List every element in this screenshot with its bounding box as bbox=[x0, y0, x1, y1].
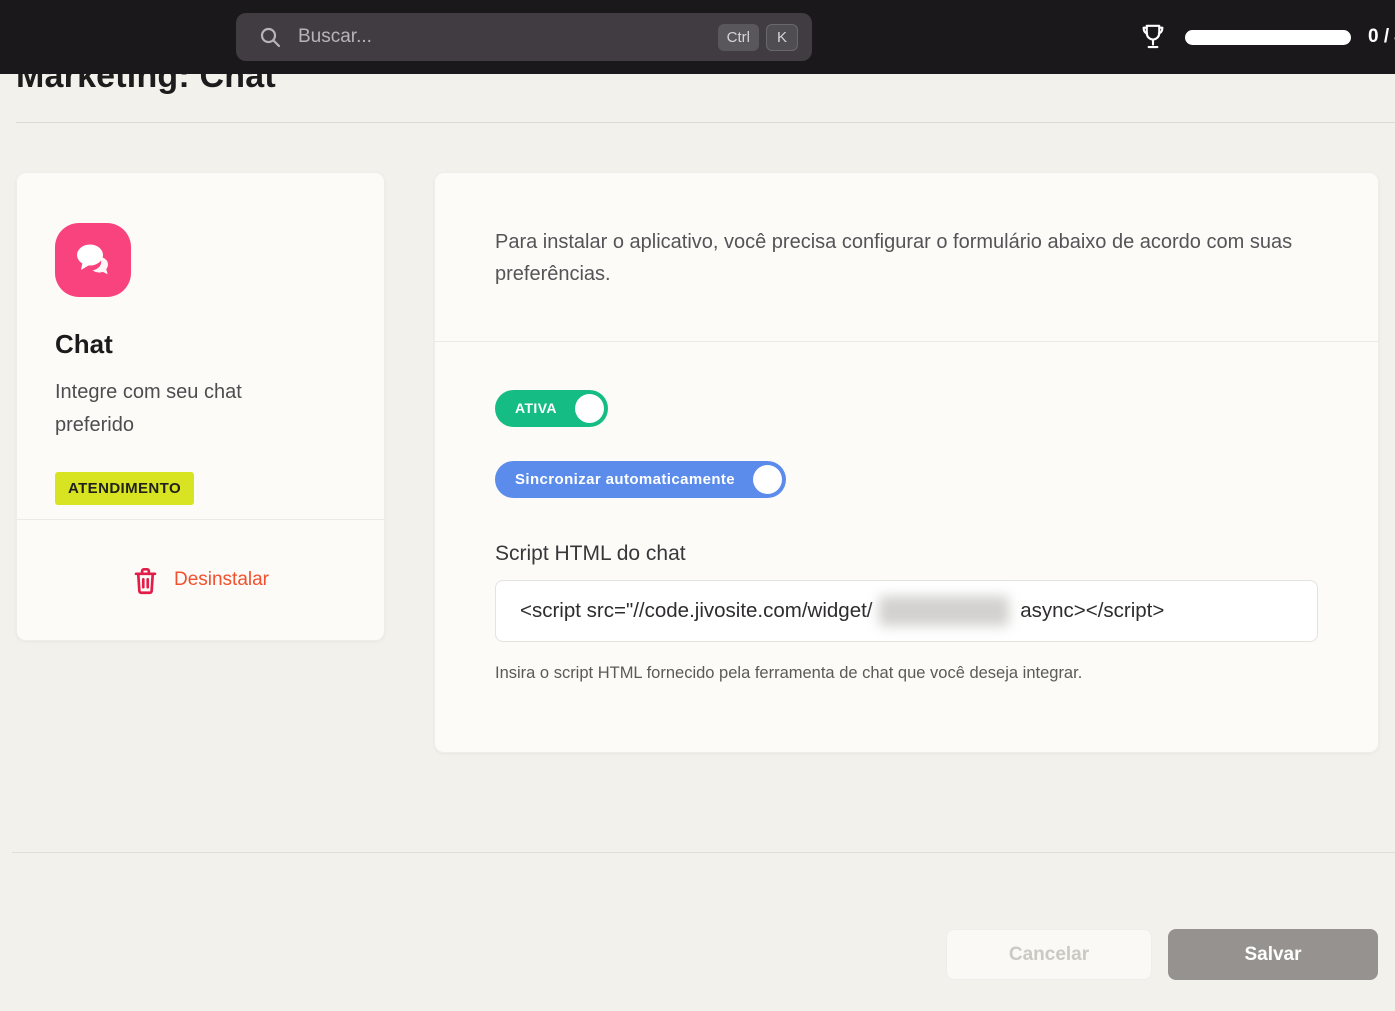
footer-divider bbox=[12, 852, 1395, 853]
script-field-help: Insira o script HTML fornecido pela ferr… bbox=[495, 664, 1318, 683]
auto-sync-toggle-label: Sincronizar automaticamente bbox=[515, 471, 735, 488]
active-toggle-label: ATIVA bbox=[515, 400, 557, 416]
category-badge: ATENDIMENTO bbox=[55, 472, 194, 505]
script-value-suffix: async></script> bbox=[1015, 599, 1165, 623]
script-html-input[interactable]: <script src="//code.jivosite.com/widget/… bbox=[495, 580, 1318, 642]
progress-count: 0 / 4 bbox=[1368, 26, 1395, 48]
save-button[interactable]: Salvar bbox=[1168, 929, 1378, 980]
ctrl-key-badge: Ctrl bbox=[718, 24, 759, 51]
chat-app-icon bbox=[55, 223, 131, 297]
auto-sync-toggle[interactable]: Sincronizar automaticamente bbox=[495, 461, 786, 498]
script-value-prefix: <script src="//code.jivosite.com/widget/ bbox=[520, 599, 873, 623]
app-summary-card: Chat Integre com seu chat preferido ATEN… bbox=[16, 172, 385, 641]
search-box[interactable]: Ctrl K bbox=[236, 13, 812, 61]
redacted-widget-id bbox=[879, 596, 1009, 626]
app-description: Integre com seu chat preferido bbox=[55, 376, 295, 442]
app-summary-top: Chat Integre com seu chat preferido ATEN… bbox=[17, 173, 384, 519]
settings-panel: Para instalar o aplicativo, você precisa… bbox=[434, 172, 1379, 753]
active-toggle[interactable]: ATIVA bbox=[495, 390, 608, 427]
script-field-label: Script HTML do chat bbox=[495, 542, 1318, 566]
title-divider bbox=[16, 122, 1395, 123]
k-key-badge: K bbox=[766, 24, 798, 51]
search-input[interactable] bbox=[298, 26, 718, 48]
search-icon bbox=[258, 25, 282, 49]
install-instructions: Para instalar o aplicativo, você precisa… bbox=[435, 173, 1378, 342]
search-shortcut: Ctrl K bbox=[718, 24, 798, 51]
trash-icon bbox=[132, 566, 159, 595]
gamification-widget[interactable]: 0 / 4 bbox=[1138, 22, 1395, 52]
auto-sync-toggle-knob bbox=[753, 465, 782, 494]
settings-form: ATIVA Sincronizar automaticamente Script… bbox=[435, 342, 1378, 731]
app-name: Chat bbox=[55, 329, 346, 360]
uninstall-label: Desinstalar bbox=[174, 569, 269, 591]
main-content: Chat Integre com seu chat preferido ATEN… bbox=[16, 172, 1379, 753]
progress-bar bbox=[1185, 30, 1351, 45]
cancel-button[interactable]: Cancelar bbox=[946, 929, 1152, 980]
trophy-icon bbox=[1138, 22, 1168, 52]
top-bar: Ctrl K 0 / 4 bbox=[0, 0, 1395, 74]
footer-actions: Cancelar Salvar bbox=[946, 929, 1378, 980]
active-toggle-knob bbox=[575, 394, 604, 423]
uninstall-button[interactable]: Desinstalar bbox=[17, 519, 384, 640]
